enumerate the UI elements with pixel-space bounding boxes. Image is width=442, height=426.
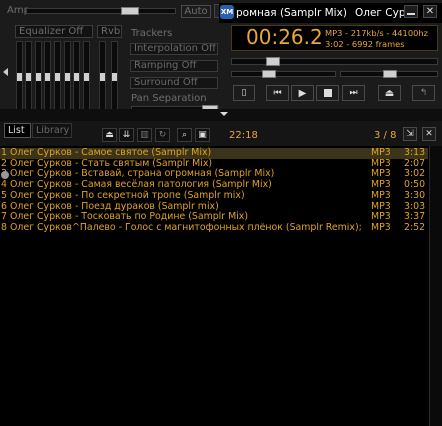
reverb-toggle-label: Rvb — [101, 26, 121, 37]
eq-band-8[interactable] — [83, 41, 90, 117]
equalizer-toggle[interactable]: Equalizer Off — [15, 25, 93, 38]
eq-band-4[interactable] — [44, 41, 51, 117]
balance-slider[interactable] — [340, 70, 438, 78]
playlist-toggle-button[interactable]: ↰ — [412, 85, 435, 101]
playlist-menu-button[interactable]: ⇲ — [403, 127, 417, 141]
track-format: MP3 — [371, 221, 391, 233]
volume-slider[interactable] — [231, 70, 336, 78]
ramping-toggle[interactable]: Ramping Off — [130, 60, 218, 72]
amp-slider-thumb[interactable] — [121, 7, 139, 15]
eq-band-5-knob[interactable] — [55, 73, 60, 81]
scrolling-title: ромная (Samplr Mix) — [236, 7, 347, 19]
playlist-position: 3 / 8 — [374, 130, 397, 141]
track-title: 5 Олег Сурков - По секретной тропе (Samp… — [1, 189, 245, 201]
table-row[interactable]: 5 Олег Сурков - По секретной тропе (Samp… — [0, 189, 428, 202]
eq-band-3[interactable] — [35, 41, 42, 117]
track-duration: 2:52 — [404, 221, 426, 233]
search-icon[interactable]: ⌕ — [177, 128, 192, 142]
volume-thumb[interactable] — [262, 70, 276, 78]
reverb-depth[interactable] — [99, 41, 106, 117]
tab-library[interactable]: Library — [32, 123, 72, 138]
reverb-delay-knob[interactable] — [112, 73, 117, 81]
eq-band-2-knob[interactable] — [26, 73, 31, 81]
stop-button[interactable] — [316, 85, 339, 101]
eq-band-1[interactable] — [16, 41, 23, 117]
scrolling-artist: Олег Сур — [355, 7, 406, 19]
playlist-menu-icon: ⇲ — [406, 129, 414, 139]
playlist-scrollbar[interactable] — [429, 146, 442, 426]
minimize-button[interactable] — [404, 5, 418, 18]
reverb-delay[interactable] — [111, 41, 118, 117]
eq-band-6-knob[interactable] — [65, 73, 70, 81]
auto-button-label: Auto — [184, 6, 208, 17]
save-icon[interactable]: ▣ — [195, 128, 210, 142]
track-info-line2: 3:02 - 6992 frames — [325, 39, 405, 49]
eq-band-3-knob[interactable] — [36, 73, 41, 81]
eject-button[interactable]: ⏏ — [378, 85, 401, 101]
previous-button[interactable]: ⏮ — [266, 85, 289, 101]
playlist-close-button[interactable]: ✕ — [422, 127, 436, 141]
playlist-rows: 1 Олег Сурков - Самое святое (Samplr Mix… — [0, 147, 428, 238]
collapse-list-icon[interactable]: ⇊ — [119, 128, 134, 142]
eq-band-4-knob[interactable] — [45, 73, 50, 81]
eq-band-7-knob[interactable] — [74, 73, 79, 81]
now-playing-icon — [1, 171, 9, 179]
interpolation-toggle[interactable]: Interpolation Off — [130, 43, 218, 55]
track-title: 8 Олег Сурков^Палево - Голос с магнитофо… — [1, 222, 362, 233]
seek-bar-thumb[interactable] — [266, 57, 280, 66]
trackers-title: Trackers — [131, 28, 173, 39]
eject-icon: ⏏ — [384, 87, 395, 99]
track-title: 7 Олег Сурков - Тосковать по Родине (Sam… — [1, 211, 249, 223]
ramping-label: Ramping Off — [134, 60, 197, 71]
info-button[interactable]: ▯ — [233, 85, 255, 101]
bars-icon[interactable]: ▥ — [137, 128, 152, 142]
equalizer-toggle-label: Equalizer Off — [19, 26, 84, 37]
previous-icon: ⏮ — [273, 88, 282, 98]
next-button[interactable]: ⏭ — [342, 85, 365, 101]
eq-band-8-knob[interactable] — [84, 73, 89, 81]
info-icon: ▯ — [241, 88, 247, 98]
balance-thumb[interactable] — [383, 70, 397, 78]
repeat-icon[interactable]: ↻ — [155, 128, 170, 142]
table-row[interactable]: 7 Олег Сурков - Тосковать по Родине (Sam… — [0, 211, 428, 223]
time-display[interactable]: 00:26.2 — [246, 25, 323, 49]
close-icon: ✕ — [425, 6, 435, 17]
track-info-line1: MP3 - 217kb/s - 44100hz — [325, 28, 429, 38]
reverb-toggle[interactable]: Rvb — [97, 25, 122, 38]
track-duration: 3:30 — [404, 189, 426, 201]
splitter-arrow-icon[interactable] — [220, 112, 228, 116]
eq-band-2[interactable] — [25, 41, 32, 117]
eq-preamp-arrow-icon[interactable] — [3, 68, 8, 76]
playlist-close-icon: ✕ — [425, 129, 433, 139]
tab-library-label: Library — [36, 125, 70, 136]
tab-list-label: List — [8, 125, 25, 136]
play-button[interactable]: ▶ — [291, 85, 314, 101]
eq-band-5[interactable] — [54, 41, 61, 117]
playlist-toggle-icon: ↰ — [419, 88, 428, 98]
stop-icon — [323, 89, 332, 97]
table-row[interactable]: 8 Олег Сурков^Палево - Голос с магнитофо… — [0, 221, 428, 234]
playlist-total-time: 22:18 — [229, 130, 258, 141]
reverb-depth-knob[interactable] — [100, 73, 105, 81]
eq-band-1-knob[interactable] — [17, 73, 22, 81]
play-icon: ▶ — [298, 87, 307, 99]
interpolation-label: Interpolation Off — [134, 43, 216, 54]
eject-list-icon[interactable]: ⏏ — [102, 128, 117, 142]
tab-list[interactable]: List — [4, 123, 31, 138]
surround-label: Surround Off — [134, 77, 198, 88]
eq-band-6[interactable] — [64, 41, 71, 117]
seek-bar[interactable] — [231, 57, 438, 66]
track-format: MP3 — [371, 189, 391, 201]
auto-button[interactable]: Auto — [181, 5, 211, 18]
eq-band-7[interactable] — [73, 41, 80, 117]
surround-toggle[interactable]: Surround Off — [130, 77, 218, 89]
minimize-icon — [407, 13, 415, 15]
app-logo-icon: XM — [220, 5, 234, 19]
close-button[interactable]: ✕ — [423, 5, 437, 18]
amp-slider[interactable] — [26, 7, 176, 15]
pan-separation-label: Pan Separation — [131, 93, 207, 104]
next-icon: ⏭ — [349, 88, 358, 98]
